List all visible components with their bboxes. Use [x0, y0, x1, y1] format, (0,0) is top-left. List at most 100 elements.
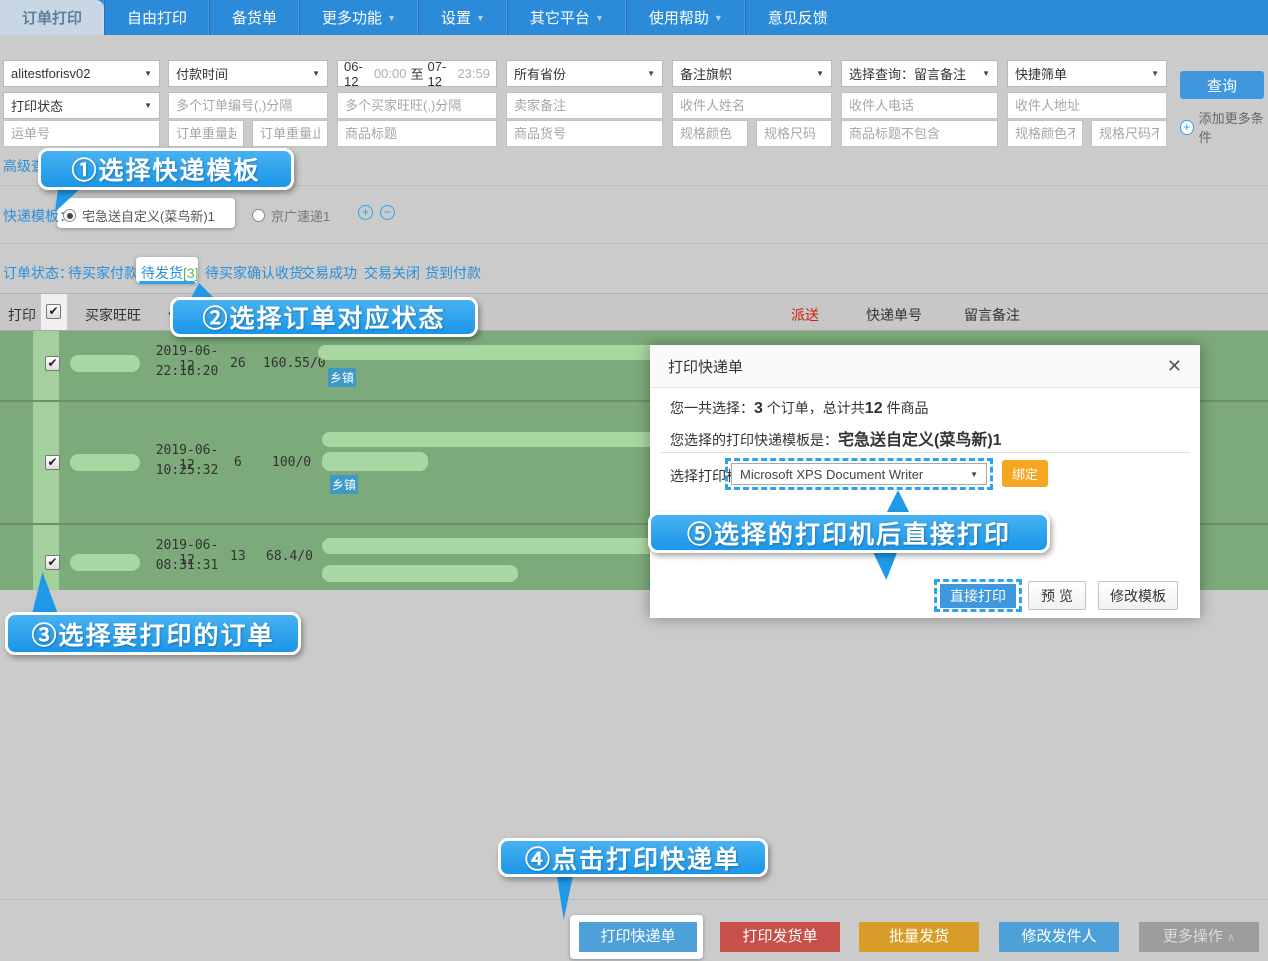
radio-unselected-icon[interactable] [252, 209, 265, 222]
printer-dashed-highlight [725, 458, 993, 490]
time-type-select[interactable]: 付款时间▼ [168, 60, 328, 87]
account-select[interactable]: alitestforisv02▼ [3, 60, 160, 87]
status-tab-wait-payment[interactable]: 待买家付款 [68, 263, 138, 283]
waybill-input[interactable] [3, 120, 160, 147]
status-tab-cod[interactable]: 货到付款 [425, 263, 481, 283]
divider [0, 243, 1268, 244]
province-select[interactable]: 所有省份▼ [506, 60, 663, 87]
order-qty: 13 [230, 549, 246, 564]
redacted-product-bar [322, 452, 428, 471]
bind-printer-button[interactable]: 绑定 [1002, 460, 1048, 487]
chevron-down-icon: ▼ [387, 13, 396, 23]
batch-ship-button[interactable]: 批量发货 [859, 922, 979, 952]
color-exclude-input[interactable] [1007, 120, 1083, 147]
status-tab-success[interactable]: 交易成功 [301, 263, 357, 283]
nav-tab-free-print[interactable]: 自由打印 [104, 0, 209, 35]
spec-size-input[interactable] [756, 120, 832, 147]
template-option-1[interactable]: 宅急送自定义(菜鸟新)1 [63, 206, 215, 225]
header-print: 打印 [8, 305, 36, 325]
seller-memo-input[interactable] [506, 92, 663, 119]
query-button[interactable]: 查询 [1180, 71, 1264, 99]
order-ids-input[interactable] [168, 92, 328, 119]
flag-select[interactable]: 备注旗帜▼ [672, 60, 832, 87]
receiver-phone-input[interactable] [841, 92, 998, 119]
spec-color-input[interactable] [672, 120, 748, 147]
callout-2-select-status: ②选择订单对应状态 [170, 297, 478, 337]
row-checkbox[interactable]: ✔ [45, 555, 60, 570]
selected-template-name: 宅急送自定义(菜鸟新)1 [838, 432, 1002, 449]
remove-template-icon[interactable]: − [380, 205, 395, 220]
nav-tab-help[interactable]: 使用帮助▼ [626, 0, 745, 35]
title-exclude-input[interactable] [841, 120, 998, 147]
chevron-down-icon: ▼ [714, 13, 723, 23]
row-checkbox[interactable]: ✔ [45, 455, 60, 470]
status-tab-closed[interactable]: 交易关闭 [364, 263, 420, 283]
nav-tab-stock-list[interactable]: 备货单 [209, 0, 299, 35]
order-status-label: 订单状态： [3, 263, 73, 283]
quick-filter-select[interactable]: 快捷筛单▼ [1007, 60, 1167, 87]
more-actions-button[interactable]: 更多操作 ∧ [1139, 922, 1259, 952]
status-tab-wait-ship[interactable]: 待发货[3] [141, 263, 199, 283]
plus-circle-icon: + [1180, 120, 1194, 135]
nav-tab-settings[interactable]: 设置▼ [418, 0, 507, 35]
nav-tab-feedback[interactable]: 意见反馈 [745, 0, 850, 35]
order-amount: 100/0 [272, 455, 311, 470]
template-option-2[interactable]: 京广速递1 [252, 206, 330, 225]
wait-ship-count: [3] [183, 265, 199, 281]
callout-5-direct-print: ⑤选择的打印机后直接打印 [648, 512, 1050, 553]
add-more-conditions[interactable]: +添加更多条件 [1180, 108, 1268, 146]
order-time: 08:31:31 [152, 558, 222, 573]
nav-tab-other-platforms[interactable]: 其它平台▼ [507, 0, 626, 35]
chevron-down-icon: ▼ [144, 69, 152, 78]
print-express-modal: 打印快递单 ✕ 您一共选择：3 个订单，总计共12 件商品 您选择的打印快递模板… [650, 345, 1200, 618]
change-sender-button[interactable]: 修改发件人 [999, 922, 1119, 952]
header-buyer: 买家旺旺 [85, 305, 141, 325]
modal-template-line: 您选择的打印快递模板是：宅急送自定义(菜鸟新)1 [670, 426, 1002, 450]
order-qty: 6 [234, 455, 242, 470]
chevron-up-icon: ∧ [1227, 932, 1235, 944]
edit-template-button[interactable]: 修改模板 [1098, 581, 1178, 610]
order-qty: 26 [230, 356, 246, 371]
print-status-select[interactable]: 打印状态▼ [3, 92, 160, 119]
print-express-button[interactable]: 打印快递单 [579, 922, 697, 952]
order-amount: 160.55/0 [263, 356, 326, 371]
radio-selected-icon[interactable] [63, 209, 76, 222]
size-exclude-input[interactable] [1091, 120, 1167, 147]
item-no-input[interactable] [506, 120, 663, 147]
receiver-name-input[interactable] [672, 92, 832, 119]
top-navbar: 订单打印 自由打印 备货单 更多功能▼ 设置▼ 其它平台▼ 使用帮助▼ 意见反馈 [0, 0, 1268, 35]
modal-title: 打印快递单 [668, 356, 743, 377]
total-item-count: 12 [865, 400, 883, 417]
callout-4-pointer [552, 874, 578, 920]
callout-4-click-print: ④点击打印快递单 [498, 838, 768, 877]
nav-tab-more-functions[interactable]: 更多功能▼ [299, 0, 418, 35]
town-tag: 乡镇 [330, 475, 358, 494]
order-time: 22:18:20 [152, 364, 222, 379]
buyer-ww-input[interactable] [337, 92, 497, 119]
date-range-field[interactable]: 06-1200:00至07-1223:59 [337, 60, 497, 87]
receiver-addr-input[interactable] [1007, 92, 1167, 119]
item-title-input[interactable] [337, 120, 497, 147]
close-icon[interactable]: ✕ [1167, 356, 1182, 377]
callout-1-select-template: ①选择快递模板 [38, 148, 294, 190]
preview-button[interactable]: 预 览 [1028, 581, 1086, 610]
weight-to-input[interactable] [252, 120, 328, 147]
chevron-down-icon: ▼ [595, 13, 604, 23]
nav-tab-order-print[interactable]: 订单打印 [0, 0, 104, 35]
redacted-product-bar [322, 565, 518, 582]
town-tag: 乡镇 [328, 368, 356, 387]
redacted-buyer-name [70, 554, 140, 571]
print-invoice-button[interactable]: 打印发货单 [720, 922, 840, 952]
add-template-icon[interactable]: + [358, 205, 373, 220]
order-time: 10:25:32 [152, 463, 222, 478]
row-checkbox[interactable]: ✔ [45, 356, 60, 371]
chevron-down-icon: ▼ [476, 13, 485, 23]
redacted-buyer-name [70, 355, 140, 372]
status-tab-wait-confirm[interactable]: 待买家确认收货 [205, 263, 303, 283]
query-type-select[interactable]: 选择查询：留言备注▼ [841, 60, 998, 87]
select-all-checkbox[interactable]: ✔ [46, 304, 61, 319]
header-tracking-no: 快递单号 [866, 305, 922, 325]
divider [0, 899, 1268, 900]
weight-from-input[interactable] [168, 120, 244, 147]
active-tab-underline [139, 281, 195, 284]
